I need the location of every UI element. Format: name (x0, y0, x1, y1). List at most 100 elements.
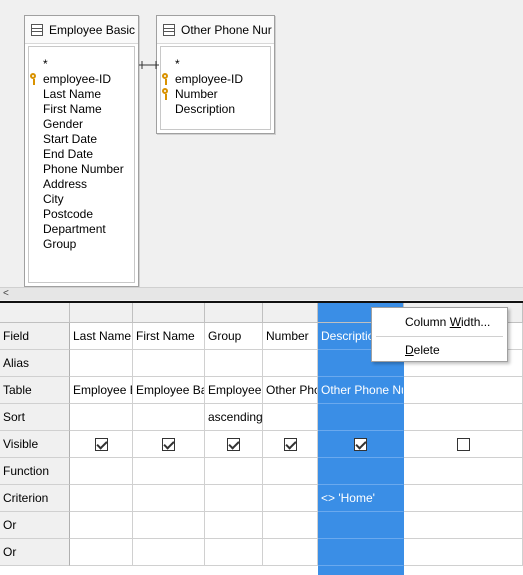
grid-cell-field[interactable]: Last Name (70, 323, 133, 350)
relation-line[interactable] (139, 59, 159, 71)
grid-cell-criterion[interactable] (263, 485, 318, 512)
table-field-item[interactable]: * (29, 57, 134, 72)
table-window-employee-basic[interactable]: Employee Basic D * employee-ID Last Name Fi… (24, 15, 139, 287)
grid-cell-function[interactable] (70, 458, 133, 485)
menu-item-column-width[interactable]: Column Width... (372, 311, 507, 333)
checkbox-icon[interactable] (94, 438, 108, 452)
grid-cell-table[interactable]: Employee (205, 377, 263, 404)
row-header: Visible (0, 431, 70, 458)
checkbox-icon[interactable] (283, 438, 297, 452)
grid-cell-or1[interactable] (70, 512, 133, 539)
grid-cell-function[interactable] (205, 458, 263, 485)
table-field-item[interactable]: Postcode (29, 207, 134, 222)
table-field-item[interactable]: Number (161, 87, 270, 102)
grid-cell-function[interactable] (263, 458, 318, 485)
table-field-item[interactable]: First Name (29, 102, 134, 117)
table-field-item[interactable]: Start Date (29, 132, 134, 147)
grid-cell-criterion[interactable] (205, 485, 263, 512)
table-field-label: Start Date (43, 132, 98, 146)
grid-cell-or2[interactable] (133, 539, 205, 566)
table-title-text: Employee Basic D (49, 22, 138, 37)
grid-cell-or2[interactable] (404, 539, 523, 566)
grid-cell-criterion[interactable]: <> 'Home' (318, 485, 404, 512)
visible-checkbox-cell[interactable] (318, 431, 404, 458)
table-field-list[interactable]: * employee-ID Last Name First Name Gender Sta… (28, 46, 135, 283)
table-field-item[interactable]: Department (29, 222, 134, 237)
table-field-item[interactable]: Description (161, 102, 270, 117)
checkbox-icon[interactable] (162, 438, 175, 452)
grid-cell-alias[interactable] (70, 350, 133, 377)
table-field-item[interactable]: End Date (29, 147, 134, 162)
table-field-label: Postcode (43, 207, 94, 221)
table-icon (31, 23, 43, 36)
grid-cell-table[interactable]: Other Phone Nu (318, 377, 404, 404)
column-selector[interactable] (133, 303, 205, 323)
grid-cell-sort[interactable] (70, 404, 133, 431)
visible-checkbox-cell[interactable] (70, 431, 133, 458)
horizontal-scrollbar[interactable]: < (0, 287, 523, 300)
table-field-item[interactable]: Gender (29, 117, 134, 132)
table-field-list[interactable]: * employee-ID Number Description (160, 46, 271, 130)
grid-cell-sort[interactable] (404, 404, 523, 431)
grid-cell-field[interactable]: Number (263, 323, 318, 350)
table-window-title[interactable]: Employee Basic D (25, 16, 138, 44)
menu-item-label: Delete (405, 343, 440, 357)
row-header: Function (0, 458, 70, 485)
table-field-item[interactable]: Phone Number (29, 162, 134, 177)
table-window-other-phone[interactable]: Other Phone Nur * employee-ID Number Descri… (156, 15, 275, 134)
grid-row-sort: Sort ascending (0, 404, 523, 431)
table-window-title[interactable]: Other Phone Nur (157, 16, 274, 44)
grid-cell-or1[interactable] (263, 512, 318, 539)
grid-cell-or2[interactable] (318, 539, 404, 566)
table-field-item[interactable]: employee-ID (161, 72, 270, 87)
grid-cell-sort[interactable] (133, 404, 205, 431)
grid-cell-function[interactable] (133, 458, 205, 485)
table-field-label: Gender (43, 117, 84, 131)
table-field-item[interactable]: Group (29, 237, 134, 252)
table-field-item[interactable]: Address (29, 177, 134, 192)
grid-cell-or2[interactable] (70, 539, 133, 566)
grid-cell-function[interactable] (404, 458, 523, 485)
grid-cell-or2[interactable] (205, 539, 263, 566)
visible-checkbox-cell[interactable] (404, 431, 523, 458)
checkbox-icon[interactable] (354, 438, 367, 452)
table-field-item[interactable]: employee-ID (29, 72, 134, 87)
grid-cell-function[interactable] (318, 458, 404, 485)
grid-cell-criterion[interactable] (70, 485, 133, 512)
grid-cell-alias[interactable] (263, 350, 318, 377)
table-field-label: * (43, 57, 48, 71)
checkbox-icon[interactable] (227, 438, 240, 452)
grid-cell-table[interactable] (404, 377, 523, 404)
grid-cell-alias[interactable] (133, 350, 205, 377)
grid-cell-sort[interactable] (263, 404, 318, 431)
table-field-label: Description (175, 102, 236, 116)
grid-corner (0, 303, 70, 323)
visible-checkbox-cell[interactable] (133, 431, 205, 458)
grid-cell-or1[interactable] (205, 512, 263, 539)
menu-item-delete[interactable]: Delete (372, 339, 507, 361)
checkbox-icon[interactable] (456, 438, 470, 452)
grid-cell-or2[interactable] (263, 539, 318, 566)
scroll-left-icon[interactable]: < (3, 288, 9, 300)
grid-cell-criterion[interactable] (133, 485, 205, 512)
grid-cell-table[interactable]: Employee Ba (133, 377, 205, 404)
grid-cell-table[interactable]: Other Phc (263, 377, 318, 404)
grid-cell-sort[interactable] (318, 404, 404, 431)
grid-cell-field[interactable]: Group (205, 323, 263, 350)
column-selector[interactable] (263, 303, 318, 323)
visible-checkbox-cell[interactable] (263, 431, 318, 458)
grid-cell-or1[interactable] (404, 512, 523, 539)
column-selector[interactable] (205, 303, 263, 323)
grid-cell-alias[interactable] (205, 350, 263, 377)
grid-cell-table[interactable]: Employee B (70, 377, 133, 404)
table-field-item[interactable]: * (161, 57, 270, 72)
table-field-item[interactable]: Last Name (29, 87, 134, 102)
grid-cell-or1[interactable] (133, 512, 205, 539)
table-field-item[interactable]: City (29, 192, 134, 207)
grid-cell-criterion[interactable] (404, 485, 523, 512)
grid-cell-or1[interactable] (318, 512, 404, 539)
column-selector[interactable] (70, 303, 133, 323)
grid-cell-field[interactable]: First Name (133, 323, 205, 350)
visible-checkbox-cell[interactable] (205, 431, 263, 458)
grid-cell-sort[interactable]: ascending (205, 404, 263, 431)
